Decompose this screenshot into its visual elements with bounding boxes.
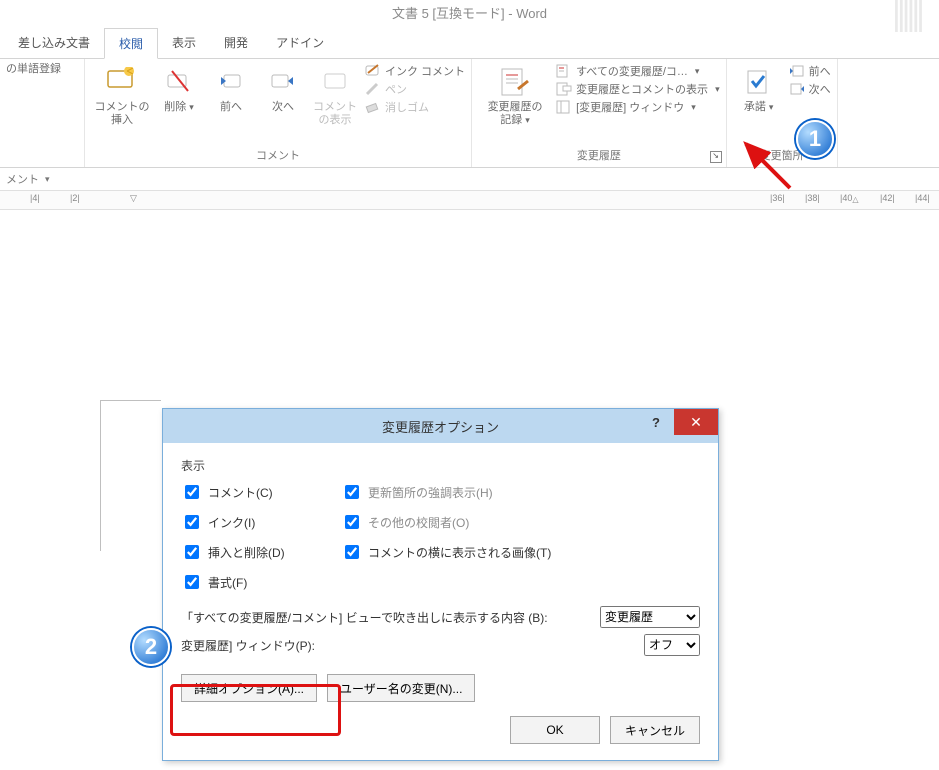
chk-others[interactable]: その他の校閲者(O) [341,512,700,532]
tab-mailings[interactable]: 差し込み文書 [4,28,104,58]
annotation-arrow [740,138,800,198]
advanced-options-button[interactable]: 詳細オプション(A)... [181,674,317,702]
annotation-badge-2: 2 [132,628,170,666]
section-display: 表示 [181,457,700,474]
cancel-button[interactable]: キャンセル [610,716,700,744]
group-comment-label: コメント [91,145,465,165]
chk-comments[interactable]: コメント(C) [181,482,341,502]
tab-addin[interactable]: アドイン [262,28,338,58]
markup-icon [556,82,572,96]
tab-developer[interactable]: 開発 [210,28,262,58]
group-track-label: 変更履歴 [478,145,720,165]
annotation-badge-1: 1 [796,120,834,158]
reviewing-pane-button[interactable]: [変更履歴] ウィンドウ▾ [556,99,720,115]
ink-icon [365,64,381,78]
change-username-button[interactable]: ユーザー名の変更(N)... [327,674,475,702]
track-changes-icon [498,65,532,99]
eraser-button[interactable]: 消しゴム [365,99,465,115]
change-prev-button[interactable]: 前へ [789,63,831,79]
next-comment-button[interactable]: 次へ [257,63,309,116]
prev-small-icon [789,64,805,78]
dialog-close-button[interactable]: ✕ [674,409,718,435]
show-markup-button[interactable]: 変更履歴とコメントの表示▾ [556,81,720,97]
new-comment-button[interactable]: コメントの 挿入 [91,63,153,129]
tab-view[interactable]: 表示 [158,28,210,58]
chk-ink[interactable]: インク(I) [181,512,341,532]
close-icon: ✕ [690,414,702,431]
show-comments-button[interactable]: コメント の表示 [309,63,361,129]
chk-insdel[interactable]: 挿入と削除(D) [181,542,341,562]
delete-comment-button[interactable]: 削除▾ [153,63,205,116]
dialog-title: 変更履歴オプション ? ✕ [163,409,718,443]
change-next-button[interactable]: 次へ [789,81,831,97]
delete-icon [162,65,196,99]
ribbon-tabs: 差し込み文書 校閲 表示 開発 アドイン [0,28,939,59]
pane-select[interactable]: オフ [644,634,700,656]
accept-icon [742,65,776,99]
doc-lines-icon [556,64,572,78]
word-register[interactable]: の単語登録 [6,63,61,76]
ok-button[interactable]: OK [510,716,600,744]
chk-highlight[interactable]: 更新箇所の強調表示(H) [341,482,700,502]
pane-icon [556,100,572,114]
balloon-select[interactable]: 変更履歴 [600,606,700,628]
comment-icon [105,65,139,99]
pen-button[interactable]: ペン [365,81,465,97]
chk-format[interactable]: 書式(F) [181,572,341,592]
accept-button[interactable]: 承諾▾ [733,63,785,116]
page-edge [100,400,161,551]
show-comments-icon [318,65,352,99]
eraser-icon [365,100,381,114]
pen-icon [365,82,381,96]
track-changes-button[interactable]: 変更履歴の 記録▾ [478,63,552,129]
window-title: 文書 5 [互換モード] - Word|||||| [0,0,939,28]
track-changes-launcher[interactable]: ↘ [710,151,722,163]
document-area: 1 変更履歴オプション ? ✕ 表示 コメント(C) 更新箇所の強調表示(H) … [0,210,939,770]
chk-pictures[interactable]: コメントの横に表示される画像(T) [341,542,700,562]
ink-comment-button[interactable]: インク コメント [365,63,465,79]
watermark: |||||| [892,0,921,28]
prev-comment-button[interactable]: 前へ [205,63,257,116]
pane-label: 変更履歴] ウィンドウ(P): [181,637,638,654]
track-changes-options-dialog: 変更履歴オプション ? ✕ 表示 コメント(C) 更新箇所の強調表示(H) イン… [162,408,719,761]
next-icon [266,65,300,99]
next-small-icon [789,82,805,96]
display-for-review-combo[interactable]: すべての変更履歴/コ…▾ [556,63,720,79]
tab-review[interactable]: 校閲 [104,28,158,59]
prev-icon [214,65,248,99]
balloon-label: 「すべての変更履歴/コメント] ビューで吹き出しに表示する内容 (B): [181,609,594,626]
dialog-help-button[interactable]: ? [652,415,660,430]
